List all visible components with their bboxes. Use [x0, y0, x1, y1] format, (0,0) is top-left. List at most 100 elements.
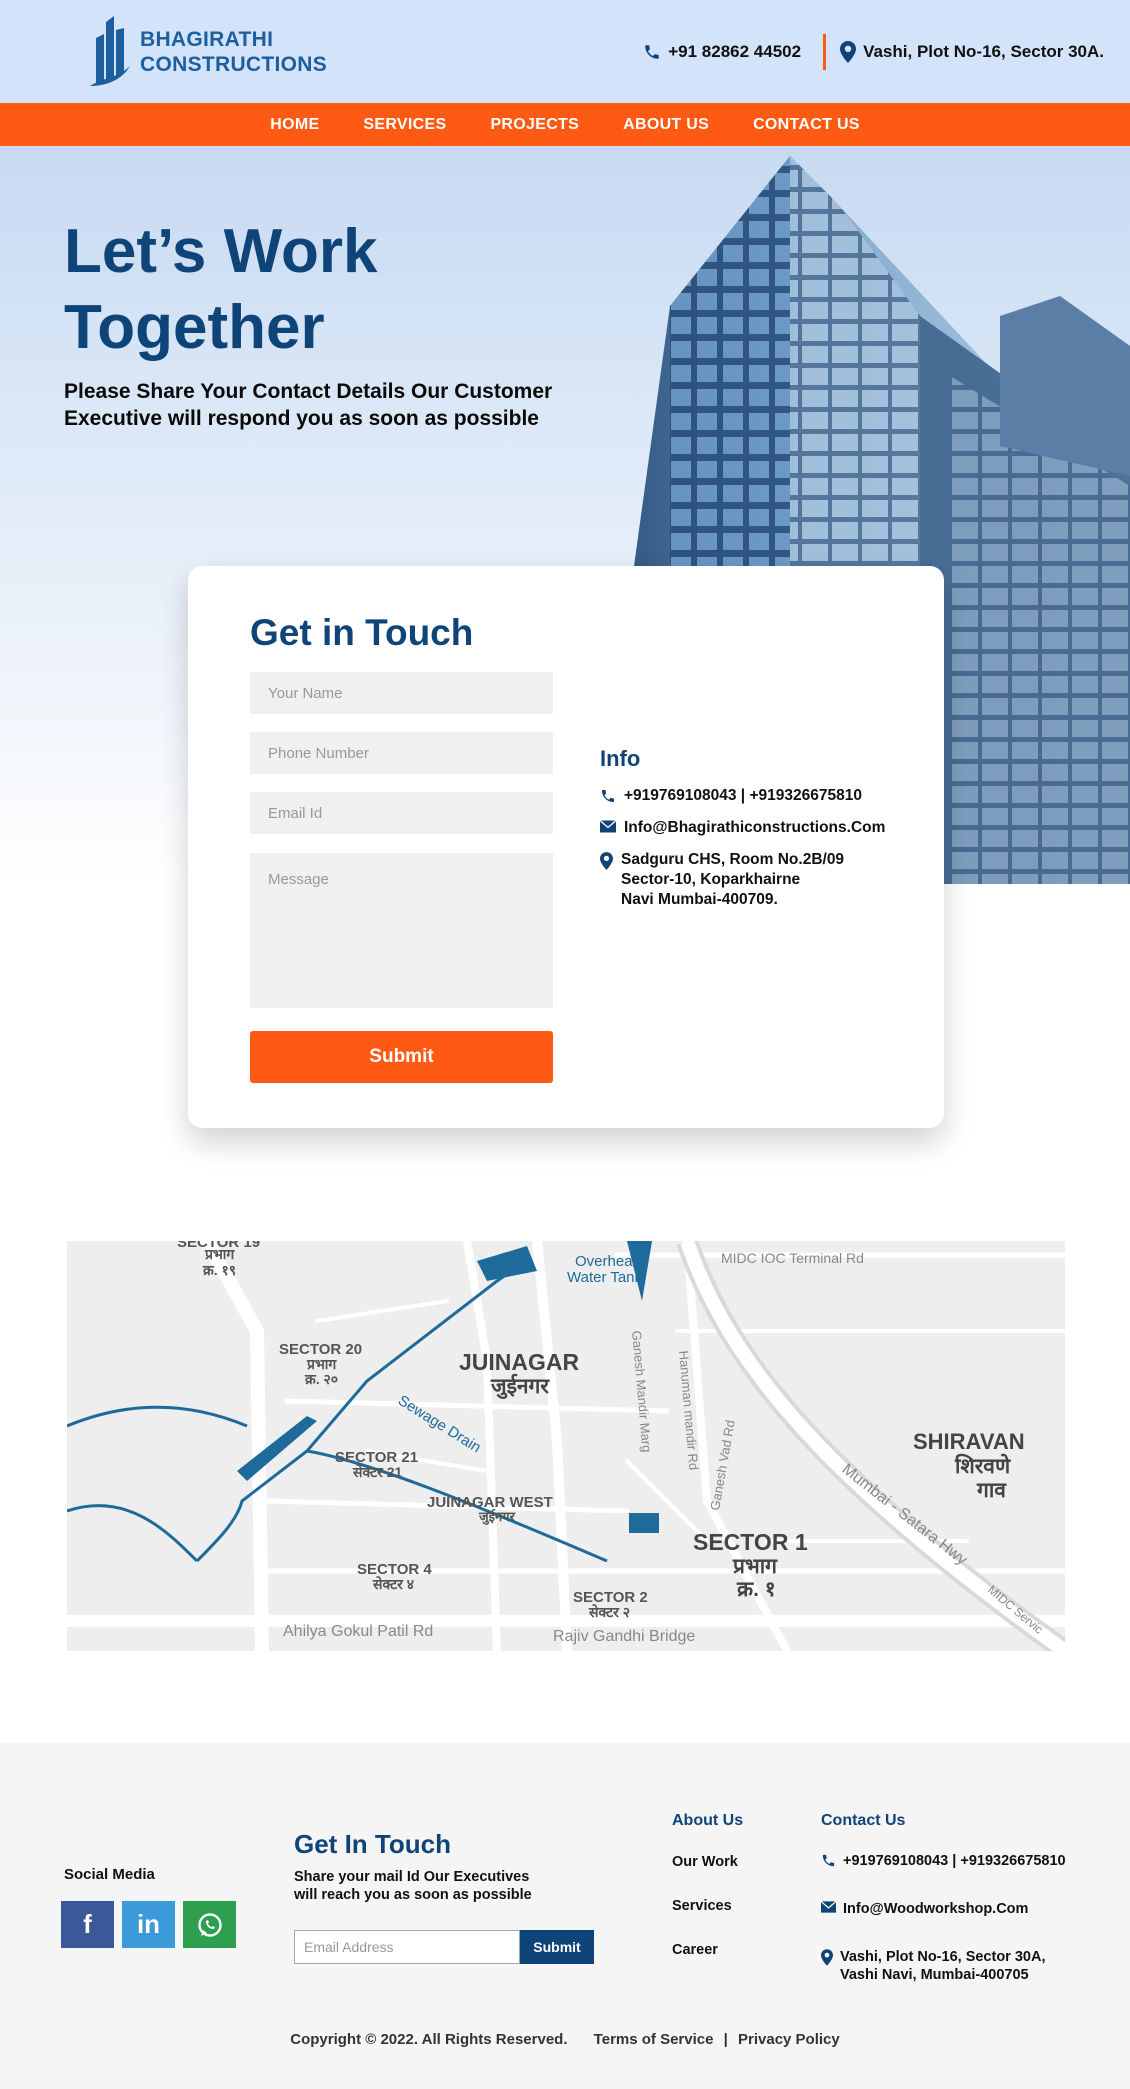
newsletter-form: Email Address Submit [294, 1930, 594, 1964]
footer-phone[interactable]: +919769108043 | +919326675810 [843, 1852, 1066, 1870]
footer-address-row: Vashi, Plot No-16, Sector 30A, Vashi Nav… [821, 1948, 1066, 1984]
footer-phone-row: +919769108043 | +919326675810 [821, 1852, 1066, 1870]
info-address-row: Sadguru CHS, Room No.2B/09 Sector-10, Ko… [600, 850, 940, 910]
copyright-text: Copyright © 2022. All Rights Reserved. [290, 2031, 568, 2048]
whatsapp-icon [197, 1912, 222, 1937]
map-label-sector1-hi2: क्र. १ [736, 1578, 776, 1601]
hero-title-line-2: Together [64, 293, 325, 362]
map-label-juinagar: JUINAGAR [459, 1349, 580, 1375]
nav-contact[interactable]: CONTACT US [753, 116, 860, 134]
map-label-juinagar-hi: जुईनगर [490, 1373, 550, 1400]
linkedin-icon: in [136, 1909, 161, 1939]
brand-line-1: BHAGIRATHI [140, 28, 274, 51]
copyright-bar: Copyright © 2022. All Rights Reserved. T… [0, 2031, 1130, 2048]
footer-git-title: Get In Touch [294, 1829, 451, 1859]
legal-links: Terms of Service | Privacy Policy [594, 2031, 840, 2048]
map-label-water-tank-2: Water Tank [567, 1269, 643, 1286]
map-label-sector4-hi: सेक्टर ४ [372, 1576, 414, 1592]
map-pin-icon [600, 852, 613, 870]
hero-title: Let’s Work Together [64, 214, 378, 366]
terms-link[interactable]: Terms of Service [594, 2031, 714, 2048]
footer-address-line-1: Vashi, Plot No-16, Sector 30A, [840, 1949, 1046, 1965]
footer-git-text: Share your mail Id Our Executives will r… [294, 1869, 532, 1903]
social-media-title: Social Media [64, 1866, 155, 1883]
phone-icon [822, 1854, 835, 1867]
info-panel: Info +919769108043 | +919326675810 Info@… [600, 746, 940, 922]
phone-icon [602, 790, 614, 802]
whatsapp-button[interactable] [183, 1901, 236, 1948]
phone-input[interactable]: Phone Number [250, 732, 553, 774]
map-label-ahilya: Ahilya Gokul Patil Rd [283, 1623, 433, 1640]
info-email[interactable]: Info@Bhagirathiconstructions.Com [624, 818, 885, 838]
privacy-link[interactable]: Privacy Policy [738, 2031, 840, 2048]
location-map[interactable]: SECTOR 19 प्रभाग क्र. १९ SECTOR 20 प्रभा… [67, 1241, 1065, 1651]
message-textarea[interactable]: Message [250, 853, 553, 1008]
map-pin-icon [821, 1949, 833, 1966]
footer-email[interactable]: Info@Woodworkshop.Com [843, 1900, 1028, 1918]
hero-title-line-1: Let’s Work [64, 217, 378, 286]
facebook-button[interactable]: f [61, 1901, 114, 1948]
map-label-sector20-hi2: क्र. २० [304, 1371, 338, 1387]
top-contact-info: +91 82862 44502 Vashi, Plot No-16, Secto… [643, 34, 1104, 70]
map-label-sector20-hi: प्रभाग [306, 1356, 337, 1372]
site-footer: Social Media f in Get In Touch Share you… [0, 1743, 1130, 2089]
footer-get-in-touch: Get In Touch Share your mail Id Our Exec… [294, 1829, 554, 1904]
footer-about-title: About Us [672, 1812, 744, 1829]
info-address: Sadguru CHS, Room No.2B/09 Sector-10, Ko… [621, 850, 844, 910]
footer-link-career[interactable]: Career [672, 1942, 743, 1958]
map-label-sector19-hi2: क्र. १९ [202, 1262, 236, 1278]
social-links: f in [61, 1901, 244, 1948]
contact-card: Get in Touch Your Name Phone Number Emai… [188, 566, 944, 1128]
brand-logo[interactable]: BHAGIRATHI CONSTRUCTIONS [88, 16, 327, 88]
email-input[interactable]: Email Id [250, 792, 553, 834]
top-phone[interactable]: +91 82862 44502 [668, 42, 801, 62]
building-logo-icon [90, 16, 130, 86]
contact-form-title: Get in Touch [250, 612, 474, 653]
info-address-line-1: Sadguru CHS, Room No.2B/09 [621, 851, 845, 868]
linkedin-button[interactable]: in [122, 1901, 175, 1948]
footer-address-line-2: Vashi Navi, Mumbai-400705 [840, 1967, 1029, 1983]
map-label-sector21-hi: सेक्टर 21 [352, 1464, 403, 1480]
footer-email-row: Info@Woodworkshop.Com [821, 1900, 1066, 1918]
map-label-rajiv: Rajiv Gandhi Bridge [553, 1628, 695, 1645]
nav-home[interactable]: HOME [270, 116, 319, 134]
info-address-line-2: Sector-10, Koparkhairne [621, 871, 801, 888]
phone-icon [645, 45, 659, 59]
footer-link-our-work[interactable]: Our Work [672, 1854, 743, 1870]
header-divider [823, 34, 827, 70]
legal-divider: | [723, 2031, 728, 2048]
map-label-shiravane-hi2: गाव [976, 1479, 1007, 1502]
brand-line-2: CONSTRUCTIONS [140, 53, 328, 76]
info-address-line-3: Navi Mumbai-400709. [621, 891, 778, 908]
info-phone-row: +919769108043 | +919326675810 [600, 786, 940, 806]
map-label-juinagar-west-hi: जुईनगर [478, 1509, 516, 1525]
footer-about: About Us Our Work Services Career [672, 1812, 743, 1958]
main-nav: HOME SERVICES PROJECTS ABOUT US CONTACT … [0, 103, 1130, 146]
map-label-shiravane: SHIRAVAN [913, 1429, 1025, 1454]
name-input[interactable]: Your Name [250, 672, 553, 714]
nav-projects[interactable]: PROJECTS [490, 116, 579, 134]
footer-address: Vashi, Plot No-16, Sector 30A, Vashi Nav… [840, 1948, 1046, 1984]
map-label-sector1-hi: प्रभाग [732, 1555, 778, 1578]
map-label-midc: MIDC IOC Terminal Rd [721, 1250, 864, 1266]
newsletter-email-input[interactable]: Email Address [294, 1930, 520, 1964]
map-label-sector2-hi: सेक्टर २ [588, 1604, 630, 1620]
footer-contact: Contact Us +919769108043 | +919326675810… [821, 1812, 1066, 1984]
newsletter-submit-button[interactable]: Submit [520, 1930, 594, 1964]
map-label-sector1: SECTOR 1 [693, 1529, 808, 1555]
map-label-sector19-hi: प्रभाग [204, 1246, 235, 1262]
hero-subtitle: Please Share Your Contact Details Our Cu… [64, 380, 553, 430]
brand-name: BHAGIRATHI CONSTRUCTIONS [140, 27, 327, 77]
footer-link-services[interactable]: Services [672, 1898, 743, 1914]
top-address: Vashi, Plot No-16, Sector 30A. [863, 42, 1104, 61]
info-phone[interactable]: +919769108043 | +919326675810 [624, 786, 862, 806]
map-label-shiravane-hi: शिरवणे [954, 1453, 1011, 1478]
nav-about[interactable]: ABOUT US [623, 116, 709, 134]
submit-button[interactable]: Submit [250, 1031, 553, 1083]
nav-services[interactable]: SERVICES [363, 116, 446, 134]
facebook-icon: f [83, 1909, 92, 1939]
info-email-row: Info@Bhagirathiconstructions.Com [600, 818, 940, 838]
top-header: BHAGIRATHI CONSTRUCTIONS +91 82862 44502… [0, 0, 1130, 103]
info-title: Info [600, 746, 641, 771]
map-label-water-tank-1: Overhead [575, 1253, 641, 1270]
